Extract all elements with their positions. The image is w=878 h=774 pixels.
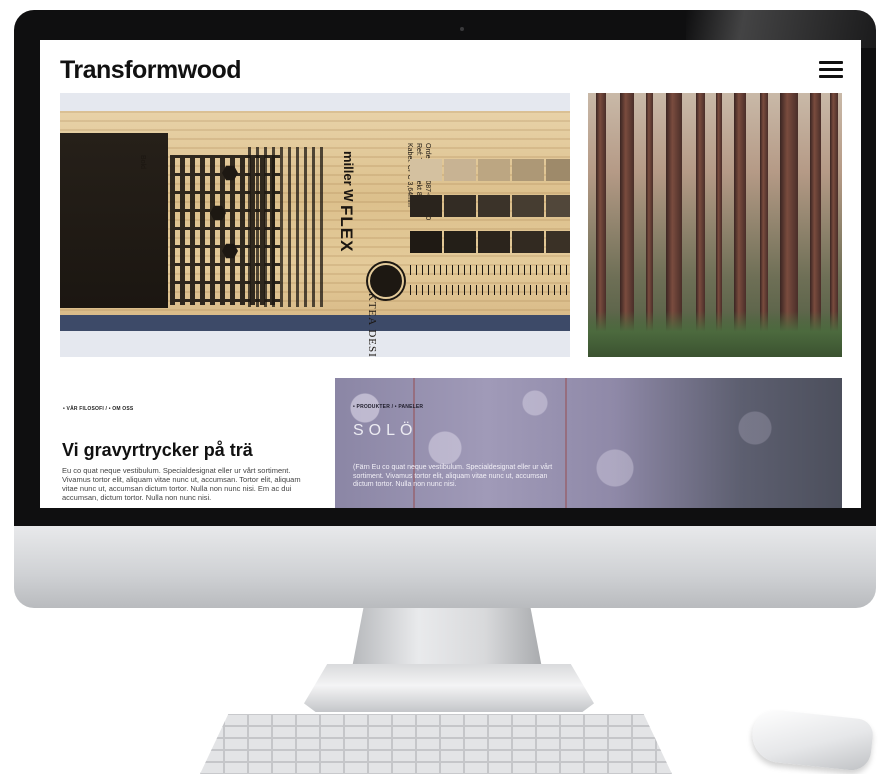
swatch-row — [410, 159, 570, 181]
monitor-stand-base — [304, 664, 594, 712]
camera-dot — [460, 27, 464, 31]
website-screen: Transformwood Bold miller W FLEX DOKTEA … — [40, 40, 861, 508]
product-panel[interactable]: • PRODUKTER / • PANELER SOLÖ (Färn Eu co… — [335, 378, 842, 508]
forest-floor — [588, 311, 842, 357]
plank-edge — [60, 315, 570, 331]
product-body: (Färn Eu co quat neque vestibulum. Speci… — [353, 464, 553, 488]
brand-flex: FLEX — [337, 205, 356, 253]
product-breadcrumb[interactable]: • PRODUKTER / • PANELER — [353, 404, 423, 410]
engraved-type-lines — [248, 147, 328, 307]
philosophy-breadcrumb[interactable]: • VÅR FILOSOFI / • OM OSS — [63, 406, 133, 412]
site-logo[interactable]: Transformwood — [60, 56, 242, 85]
hero-forest-image[interactable] — [588, 93, 842, 357]
monitor-stand-neck — [352, 608, 542, 668]
mouse — [749, 707, 875, 773]
hero-wood-image[interactable]: Bold miller W FLEX DOKTEA DESIGN Order: … — [60, 93, 570, 357]
philosophy-title: Vi gravyrtrycker på trä — [62, 440, 253, 460]
seal-emblem — [368, 263, 404, 299]
ruler-ticks — [410, 265, 568, 275]
side-label: Bold — [139, 155, 146, 170]
engraved-dark-panel — [60, 133, 168, 308]
hamburger-menu-icon[interactable] — [819, 61, 843, 78]
philosophy-body: Eu co quat neque vestibulum. Specialdesi… — [62, 466, 301, 502]
brand-miller: miller W — [341, 151, 356, 202]
monitor-chin — [14, 526, 876, 608]
ruler-ticks — [410, 285, 568, 295]
product-title: SOLÖ — [353, 422, 418, 439]
swatch-row — [410, 231, 570, 253]
keyboard — [200, 714, 672, 774]
swatch-row — [410, 195, 570, 217]
